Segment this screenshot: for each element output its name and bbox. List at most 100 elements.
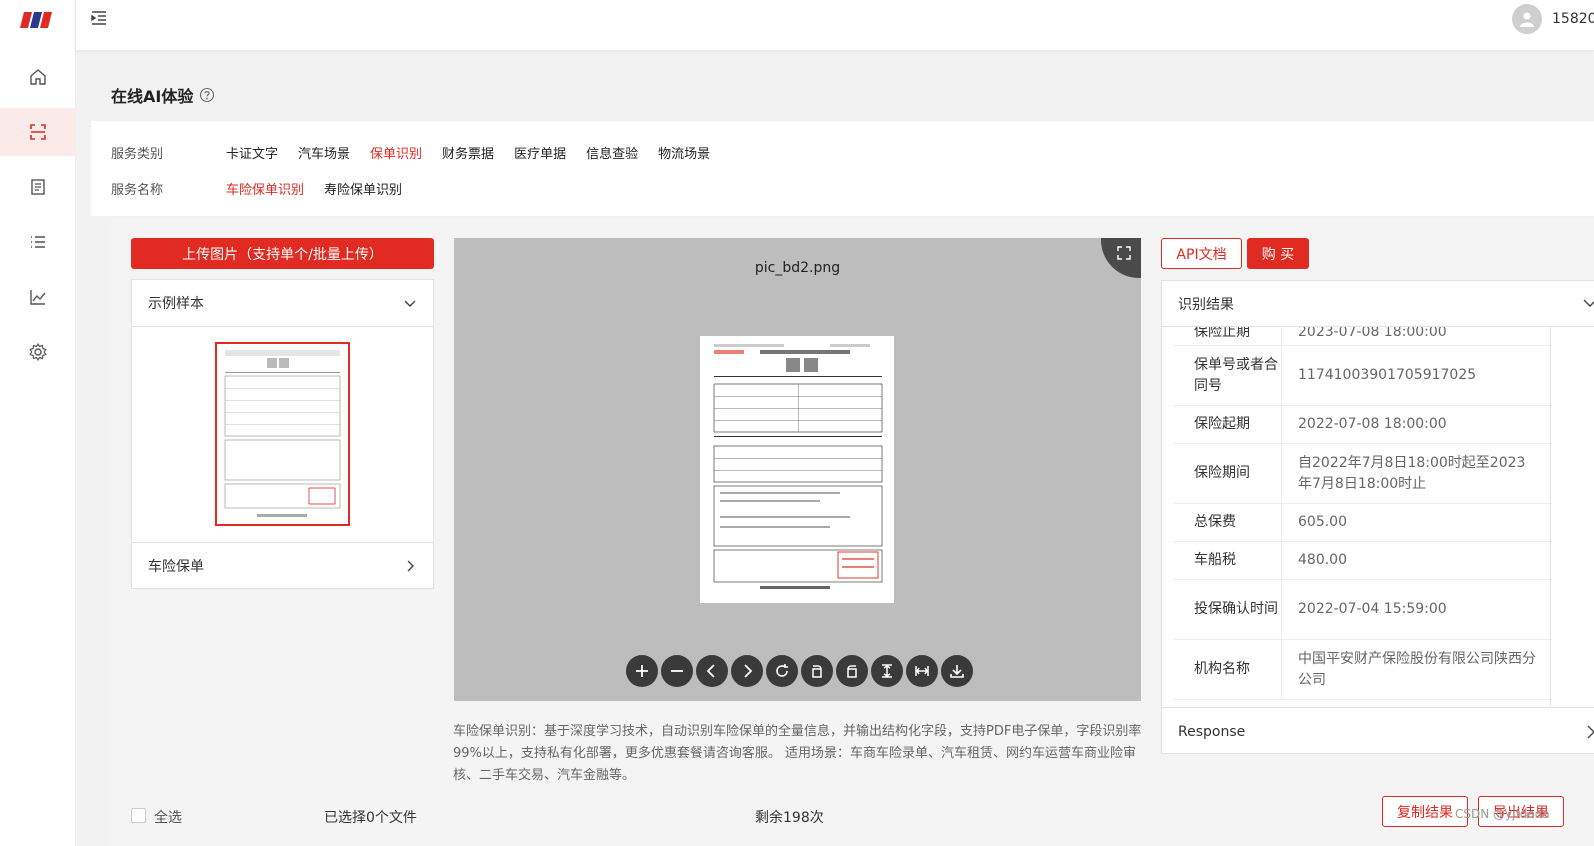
result-scrollbar[interactable] [1550, 326, 1551, 706]
sample-header[interactable]: 示例样本 [132, 280, 433, 327]
sample-panel: 示例样本 车险保单 [131, 279, 434, 589]
top-header: 15820 [76, 0, 1594, 50]
menu-toggle-icon[interactable] [90, 9, 108, 27]
zoom-out-button[interactable] [661, 655, 693, 687]
zoom-out-icon [671, 670, 683, 672]
line-chart-icon [30, 290, 46, 305]
tab-car-insurance-policy[interactable]: 车险保单识别 [226, 179, 304, 198]
chevron-right-icon [407, 560, 414, 571]
service-name-row: 服务名称 车险保单识别 寿险保单识别 [111, 179, 422, 198]
chevron-right-icon [1587, 725, 1594, 739]
download-button[interactable] [941, 655, 973, 687]
category-panel: 服务类别 卡证文字 汽车场景 保单识别 财务票据 医疗单据 信息查验 物流场景 … [91, 121, 1594, 216]
sidebar-item-home[interactable] [0, 53, 76, 101]
tab-info-verification[interactable]: 信息查验 [586, 143, 638, 162]
viewer-toolbar [626, 655, 973, 687]
result-key: 保险期间 [1174, 444, 1282, 503]
list-icon [31, 236, 45, 248]
sidebar-item-document[interactable] [0, 163, 76, 211]
result-value[interactable]: 2022-07-04 15:59:00 [1282, 580, 1552, 639]
result-key: 保单号或者合同号 [1174, 346, 1282, 405]
sample-title: 示例样本 [148, 296, 204, 312]
result-table: 保险止期 2023-07-08 18:00:00 保单号或者合同号 117410… [1174, 327, 1552, 707]
service-type-row: 服务类别 卡证文字 汽车场景 保单识别 财务票据 医疗单据 信息查验 物流场景 [111, 143, 730, 162]
tab-card-text[interactable]: 卡证文字 [226, 143, 278, 162]
result-value[interactable]: 480.00 [1282, 542, 1552, 579]
sample-item-car-insurance[interactable]: 车险保单 [132, 543, 433, 588]
fullscreen-icon[interactable] [1117, 246, 1131, 260]
response-section[interactable]: Response [1162, 707, 1594, 753]
table-row: 机构名称 中国平安财产保险股份有限公司陕西分公司 [1174, 640, 1552, 700]
prev-button[interactable] [696, 655, 728, 687]
page-title: 在线AI体验 [111, 83, 215, 107]
fit-width-icon [915, 666, 929, 676]
result-key: 保险起期 [1174, 406, 1282, 443]
select-all-checkbox[interactable] [131, 808, 146, 823]
sample-thumbnail[interactable] [215, 342, 350, 526]
tab-car-scene[interactable]: 汽车场景 [298, 143, 350, 162]
table-row: 保单号或者合同号 11741003901705917025 [1174, 346, 1552, 406]
service-description: 车险保单识别：基于深度学习技术，自动识别车险保单的全量信息，并输出结构化字段，支… [453, 724, 1142, 783]
sidebar-item-chart[interactable] [0, 273, 76, 321]
download-icon [950, 665, 964, 678]
zoom-in-button[interactable] [626, 655, 658, 687]
table-row: 总保费 605.00 [1174, 504, 1552, 542]
page-title-text: 在线AI体验 [111, 87, 194, 106]
service-type-label: 服务类别 [111, 147, 164, 162]
sample-thumbnail-area [132, 327, 433, 543]
next-button[interactable] [731, 655, 763, 687]
policy-document-image [700, 336, 894, 603]
buy-button[interactable]: 购 买 [1247, 238, 1309, 269]
result-value[interactable]: 自2022年7月8日18:00时起至2023年7月8日18:00时止 [1282, 444, 1552, 503]
chevron-down-icon [404, 300, 416, 307]
tab-logistics-scene[interactable]: 物流场景 [658, 143, 710, 162]
chevron-left-icon [706, 664, 715, 678]
rotate-left-button[interactable] [801, 655, 833, 687]
fit-width-button[interactable] [906, 655, 938, 687]
upload-image-button[interactable]: 上传图片（支持单个/批量上传） [131, 238, 434, 269]
sidebar [0, 0, 76, 846]
result-title: 识别结果 [1178, 296, 1234, 313]
response-label: Response [1178, 723, 1246, 740]
brand-logo[interactable] [20, 10, 52, 30]
watermark: CSDN @yjfdeda [1455, 807, 1550, 821]
reset-button[interactable] [766, 655, 798, 687]
result-key: 投保确认时间 [1174, 580, 1282, 639]
fit-height-icon [882, 664, 892, 678]
result-value[interactable]: 2022-07-08 18:00:00 [1282, 406, 1552, 443]
tab-medical-document[interactable]: 医疗单据 [514, 143, 566, 162]
image-viewer[interactable]: pic_bd2.png [454, 238, 1141, 701]
sidebar-item-settings[interactable] [0, 328, 76, 376]
select-all-label[interactable]: 全选 [154, 807, 182, 827]
result-value[interactable]: 11741003901705917025 [1282, 346, 1552, 405]
sidebar-item-list[interactable] [0, 218, 76, 266]
policy-thumbnail-image [224, 350, 341, 517]
api-docs-button[interactable]: API文档 [1161, 238, 1242, 269]
chevron-down-icon [1583, 299, 1594, 307]
sample-item-label: 车险保单 [148, 558, 204, 575]
rotate-left-icon [812, 665, 822, 678]
fit-height-button[interactable] [871, 655, 903, 687]
selected-count: 已选择0个文件 [324, 810, 417, 826]
remaining-quota: 剩余198次 [755, 810, 824, 826]
home-icon [30, 69, 46, 85]
result-panel: 识别结果 保险止期 2023-07-08 18:00:00 保单号或者合同号 1… [1161, 280, 1594, 754]
sidebar-item-scan[interactable] [0, 108, 76, 156]
user-icon [1520, 12, 1534, 27]
result-key: 保险止期 [1174, 327, 1282, 345]
table-row: 车船税 480.00 [1174, 542, 1552, 580]
rotate-right-button[interactable] [836, 655, 868, 687]
result-value[interactable]: 605.00 [1282, 504, 1552, 541]
avatar[interactable] [1512, 4, 1542, 34]
result-header[interactable]: 识别结果 [1162, 281, 1594, 327]
tab-finance-invoice[interactable]: 财务票据 [442, 143, 494, 162]
help-icon[interactable] [199, 87, 215, 103]
file-name: pic_bd2.png [754, 260, 841, 276]
tab-policy-recognition[interactable]: 保单识别 [370, 143, 422, 162]
username[interactable]: 15820 [1552, 11, 1594, 27]
result-key: 机构名称 [1174, 640, 1282, 699]
result-value[interactable]: 中国平安财产保险股份有限公司陕西分公司 [1282, 640, 1552, 699]
result-key: 总保费 [1174, 504, 1282, 541]
result-value[interactable]: 2023-07-08 18:00:00 [1282, 327, 1552, 345]
tab-life-insurance-policy[interactable]: 寿险保单识别 [324, 179, 402, 198]
